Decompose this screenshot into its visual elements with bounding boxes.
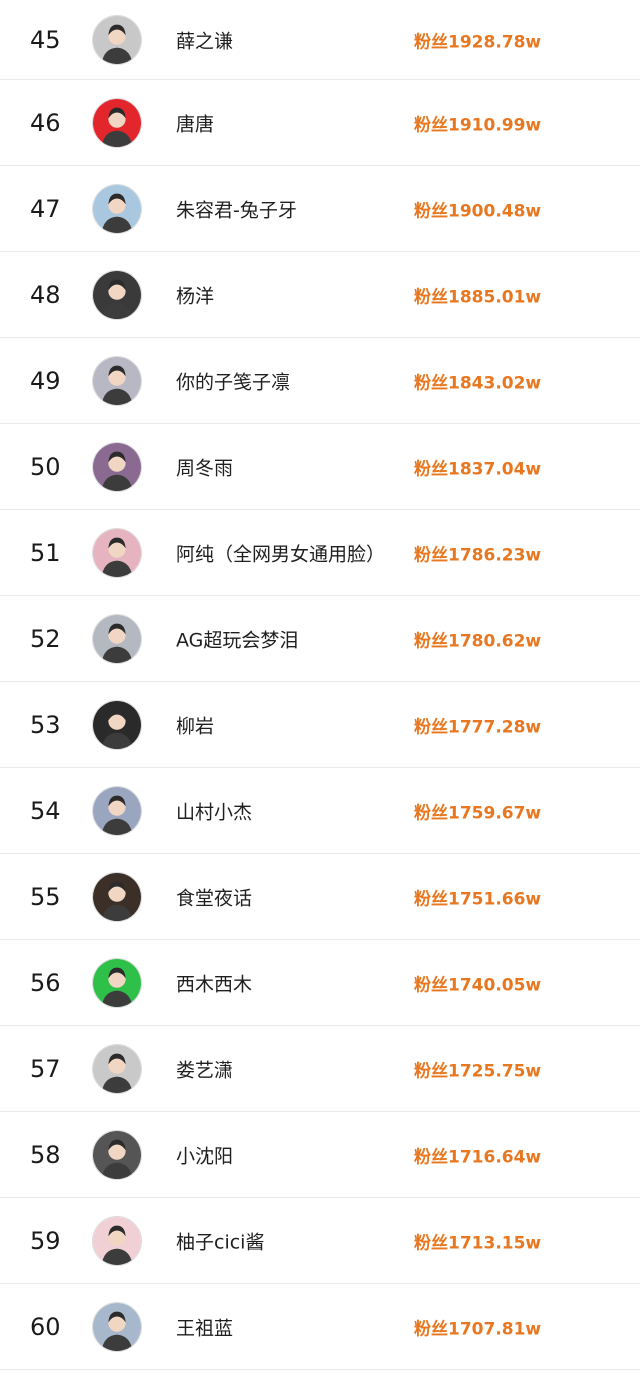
rank-number: 52 [30, 624, 61, 653]
fans-count: 粉丝1707.81w [414, 1319, 542, 1339]
avatar[interactable] [92, 699, 142, 750]
avatar[interactable] [92, 785, 142, 836]
list-item[interactable]: 47 朱容君-兔子牙 粉丝1900.48w [0, 166, 640, 252]
rank-number: 48 [30, 280, 61, 309]
portrait-group-icon [93, 786, 141, 835]
fans-count: 粉丝1740.05w [414, 975, 542, 995]
portrait-woman-light-icon [93, 184, 141, 233]
fans-count: 粉丝1910.99w [414, 115, 542, 135]
rank-number: 51 [30, 538, 61, 567]
user-name[interactable]: AG超玩会梦泪 [176, 625, 298, 652]
fans-count: 粉丝1725.75w [414, 1061, 542, 1081]
fans-count: 粉丝1716.64w [414, 1147, 542, 1167]
fans-count: 粉丝1713.15w [414, 1233, 542, 1253]
cartoon-pig-red-icon [93, 98, 141, 147]
list-item[interactable]: 54 山村小杰 粉丝1759.67w [0, 768, 640, 854]
user-name[interactable]: 朱容君-兔子牙 [176, 195, 297, 222]
avatar[interactable] [92, 97, 142, 148]
portrait-couple-light-icon [93, 1302, 141, 1351]
user-name[interactable]: 小沈阳 [176, 1141, 233, 1168]
fans-count: 粉丝1759.67w [414, 803, 542, 823]
rank-number: 55 [30, 882, 61, 911]
rank-number: 59 [30, 1226, 61, 1255]
list-item[interactable]: 60 王祖蓝 粉丝1707.81w [0, 1284, 640, 1370]
portrait-woman-grey-icon [93, 1044, 141, 1093]
portrait-woman-pink-hair-icon [93, 528, 141, 577]
portrait-woman-red-lips-icon [93, 1216, 141, 1265]
user-name[interactable]: 周冬雨 [176, 453, 233, 480]
fans-count: 粉丝1885.01w [414, 287, 542, 307]
rank-number: 50 [30, 452, 61, 481]
user-name[interactable]: 杨洋 [176, 281, 214, 308]
user-name[interactable]: 山村小杰 [176, 797, 252, 824]
avatar[interactable] [92, 871, 142, 922]
fans-count: 粉丝1928.78w [414, 32, 542, 52]
avatar[interactable] [92, 269, 142, 320]
rank-number: 56 [30, 968, 61, 997]
rank-number: 57 [30, 1054, 61, 1083]
avatar[interactable] [92, 957, 142, 1008]
fans-count: 粉丝1777.28w [414, 717, 542, 737]
rank-number: 60 [30, 1312, 61, 1341]
avatar[interactable] [92, 1301, 142, 1352]
list-item[interactable]: 45 薛之谦 粉丝1928.78w [0, 0, 640, 80]
avatar[interactable] [92, 14, 142, 65]
portrait-man-green-bg-icon [93, 958, 141, 1007]
list-item[interactable]: 55 食堂夜话 粉丝1751.66w [0, 854, 640, 940]
portrait-woman-dark-hair-icon [93, 700, 141, 749]
fans-count: 粉丝1900.48w [414, 201, 542, 221]
rank-number: 47 [30, 194, 61, 223]
user-name[interactable]: 食堂夜话 [176, 883, 252, 910]
rank-number: 54 [30, 796, 61, 825]
list-item[interactable]: 58 小沈阳 粉丝1716.64w [0, 1112, 640, 1198]
list-item[interactable]: 59 柚子cici酱 粉丝1713.15w [0, 1198, 640, 1284]
user-name[interactable]: 柚子cici酱 [176, 1227, 264, 1254]
rank-number: 53 [30, 710, 61, 739]
list-item[interactable]: 56 西木西木 粉丝1740.05w [0, 940, 640, 1026]
avatar[interactable] [92, 527, 142, 578]
avatar[interactable] [92, 1215, 142, 1266]
user-name[interactable]: 王祖蓝 [176, 1313, 233, 1340]
user-name[interactable]: 你的子笺子凛 [176, 367, 290, 394]
portrait-man-dark-hair-icon [93, 15, 141, 64]
avatar[interactable] [92, 1129, 142, 1180]
portrait-couple-icon [93, 356, 141, 405]
avatar[interactable] [92, 183, 142, 234]
list-item[interactable]: 48 杨洋 粉丝1885.01w [0, 252, 640, 338]
portrait-man-dim-icon [93, 872, 141, 921]
user-name[interactable]: 柳岩 [176, 711, 214, 738]
portrait-woman-short-hair-icon [93, 442, 141, 491]
user-name[interactable]: 薛之谦 [176, 26, 233, 53]
avatar[interactable] [92, 355, 142, 406]
user-name[interactable]: 唐唐 [176, 109, 214, 136]
portrait-man-suit-icon [93, 1130, 141, 1179]
list-item[interactable]: 51 阿纯（全网男女通用脸） 粉丝1786.23w [0, 510, 640, 596]
list-item[interactable]: 46 唐唐 粉丝1910.99w [0, 80, 640, 166]
rank-number: 46 [30, 108, 61, 137]
fans-count: 粉丝1843.02w [414, 373, 542, 393]
list-item[interactable]: 50 周冬雨 粉丝1837.04w [0, 424, 640, 510]
fans-count: 粉丝1786.23w [414, 545, 542, 565]
avatar[interactable] [92, 441, 142, 492]
user-name[interactable]: 阿纯（全网男女通用脸） [176, 539, 385, 566]
user-name[interactable]: 西木西木 [176, 969, 252, 996]
avatar[interactable] [92, 613, 142, 664]
list-item[interactable]: 49 你的子笺子凛 粉丝1843.02w [0, 338, 640, 424]
rank-number: 58 [30, 1140, 61, 1169]
portrait-man-dark-icon [93, 270, 141, 319]
fans-count: 粉丝1751.66w [414, 889, 542, 909]
avatar[interactable] [92, 1043, 142, 1094]
portrait-young-man-icon [93, 614, 141, 663]
rank-number: 45 [30, 25, 61, 54]
fans-count: 粉丝1837.04w [414, 459, 542, 479]
fans-count: 粉丝1780.62w [414, 631, 542, 651]
ranking-list: 45 薛之谦 粉丝1928.78w 46 唐唐 粉丝1910.99w 47 朱容君-兔子牙 粉丝… [0, 0, 640, 1386]
rank-number: 49 [30, 366, 61, 395]
list-item[interactable]: 53 柳岩 粉丝1777.28w [0, 682, 640, 768]
list-item[interactable]: 52 AG超玩会梦泪 粉丝1780.62w [0, 596, 640, 682]
user-name[interactable]: 娄艺潇 [176, 1055, 233, 1082]
list-item[interactable]: 57 娄艺潇 粉丝1725.75w [0, 1026, 640, 1112]
